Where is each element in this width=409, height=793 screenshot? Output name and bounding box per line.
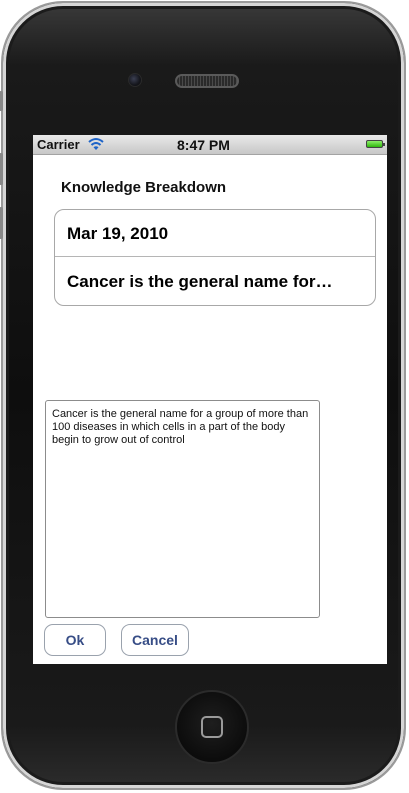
knowledge-text-view[interactable]: Cancer is the general name for a group o… bbox=[45, 400, 320, 618]
mute-switch bbox=[0, 91, 3, 111]
cancel-button[interactable]: Cancel bbox=[121, 624, 189, 656]
page-title: Knowledge Breakdown bbox=[61, 179, 227, 196]
front-camera bbox=[128, 73, 142, 87]
volume-down-button bbox=[0, 207, 3, 239]
ok-button[interactable]: Ok bbox=[44, 624, 106, 656]
earpiece-speaker bbox=[175, 74, 239, 88]
wifi-icon bbox=[88, 138, 104, 150]
home-square-icon bbox=[201, 716, 223, 738]
status-time: 8:47 PM bbox=[177, 137, 230, 153]
battery-icon bbox=[366, 140, 385, 148]
grouped-table: Mar 19, 2010 Cancer is the general name … bbox=[54, 209, 376, 306]
volume-up-button bbox=[0, 153, 3, 185]
home-button[interactable] bbox=[175, 690, 249, 764]
status-bar: Carrier 8:47 PM bbox=[33, 135, 387, 155]
app-screen: Carrier 8:47 PM Knowledge Breakdown Mar … bbox=[33, 135, 387, 664]
table-row-date[interactable]: Mar 19, 2010 bbox=[55, 210, 375, 257]
table-row-summary[interactable]: Cancer is the general name for… bbox=[55, 258, 375, 305]
carrier-label: Carrier bbox=[37, 137, 80, 152]
